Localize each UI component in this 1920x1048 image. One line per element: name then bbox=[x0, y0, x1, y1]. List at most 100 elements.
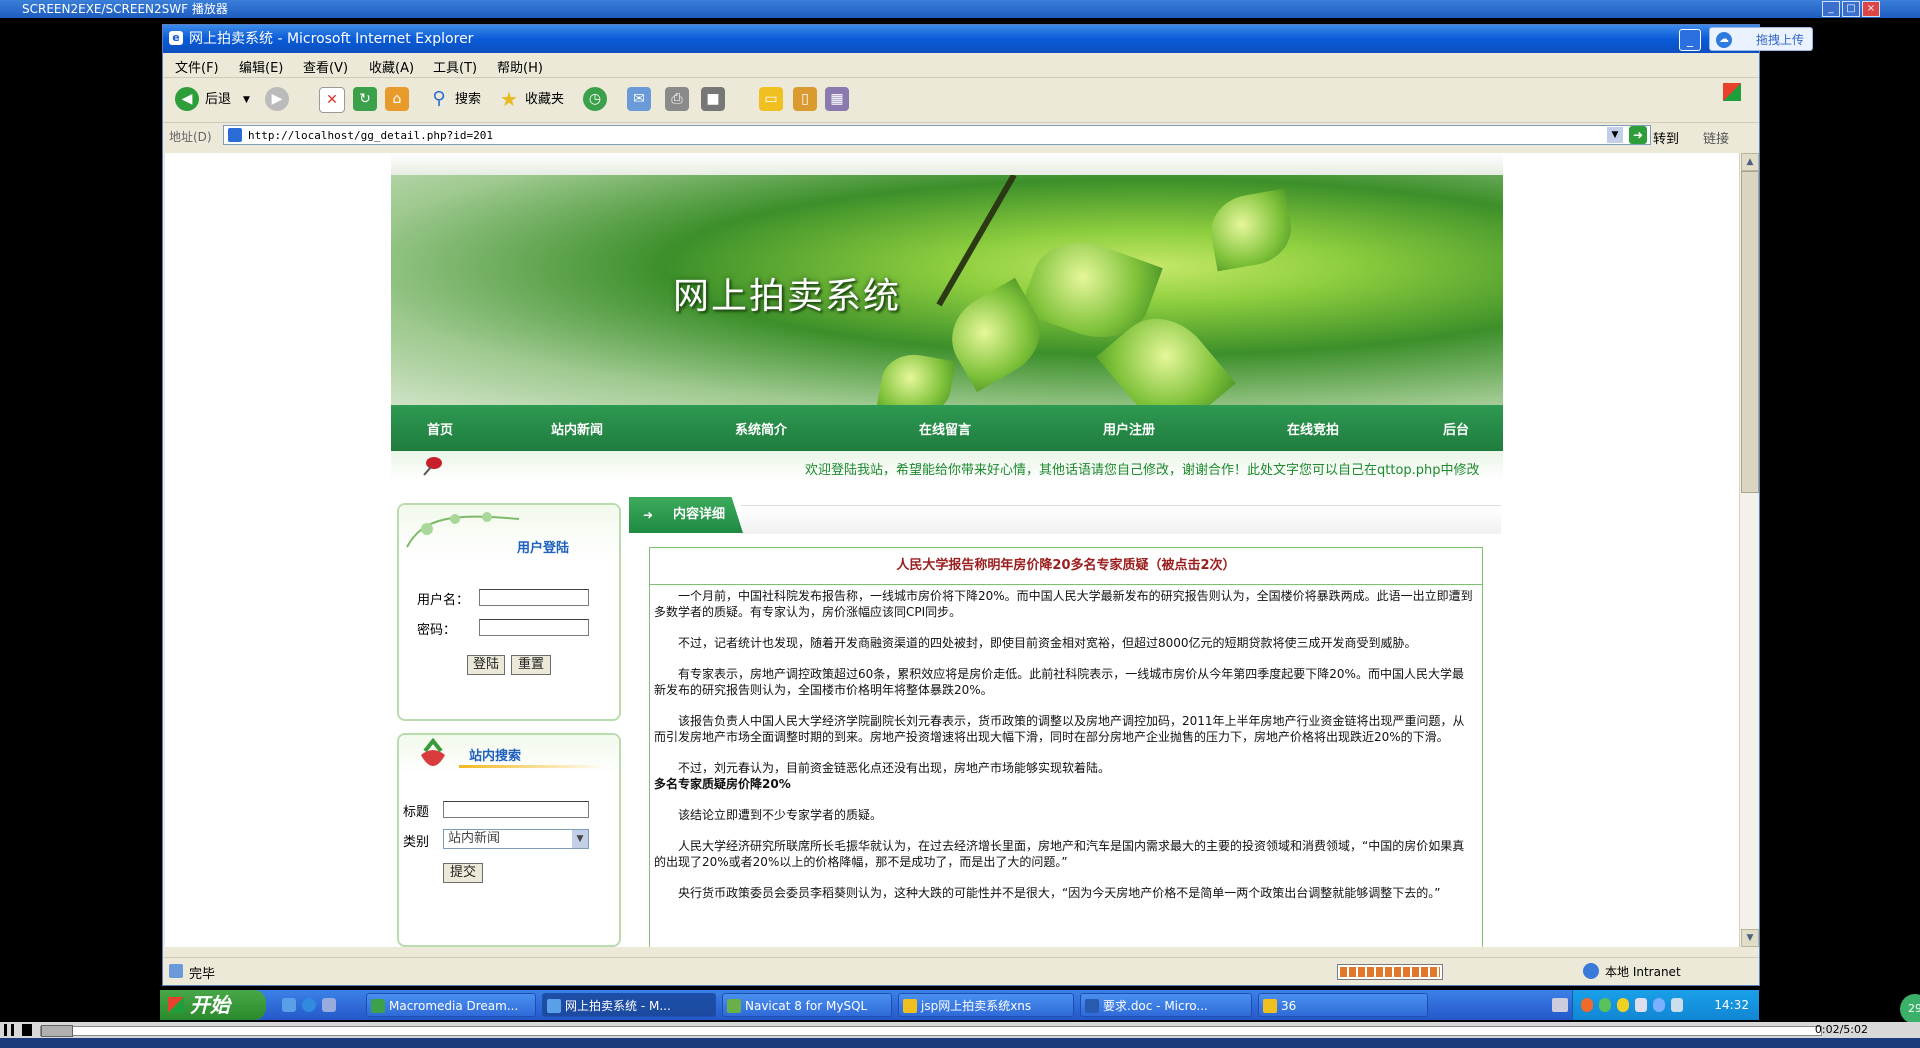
login-box-header: 用户登陆 bbox=[399, 505, 619, 559]
login-button[interactable]: 登陆 bbox=[467, 655, 505, 675]
go-arrow-icon[interactable]: ➜ bbox=[1629, 126, 1647, 144]
nav-intro[interactable]: 系统简介 bbox=[735, 419, 787, 438]
article-title: 人民大学报告称明年房价降20多名专家质疑（被点击2次） bbox=[650, 548, 1482, 585]
tray-icon[interactable] bbox=[1581, 998, 1593, 1012]
folder-icon[interactable]: ▭ bbox=[759, 87, 783, 111]
edit-icon[interactable]: ■ bbox=[701, 87, 725, 111]
ie-window: e 网上拍卖系统 - Microsoft Internet Explorer _… bbox=[162, 24, 1813, 986]
search-button[interactable]: 搜索 bbox=[455, 87, 481, 113]
home-icon[interactable]: ⌂ bbox=[385, 87, 409, 111]
search-icon[interactable]: ⚲ bbox=[427, 87, 451, 111]
minimize-icon[interactable]: _ bbox=[1822, 1, 1840, 17]
go-button[interactable]: 转到 bbox=[1653, 128, 1679, 147]
task-navicat[interactable]: Navicat 8 for MySQL bbox=[722, 993, 892, 1017]
scroll-down-icon[interactable]: ▼ bbox=[1741, 929, 1759, 947]
article-subheading: 多名专家质疑房价降20% bbox=[654, 777, 791, 791]
tray-icon[interactable] bbox=[1635, 998, 1647, 1012]
player-title-bar: SCREEN2EXE/SCREEN2SWF 播放器 _ □ × bbox=[0, 0, 1920, 18]
nav-register[interactable]: 用户注册 bbox=[1103, 419, 1155, 438]
quicklaunch-ie-icon[interactable] bbox=[282, 998, 296, 1012]
category-select[interactable]: 站内新闻 ▼ bbox=[443, 829, 589, 849]
back-arrow-icon[interactable]: ◀ bbox=[175, 87, 199, 111]
player-time: 0:02/5:02 bbox=[1814, 1023, 1868, 1036]
task-label: jsp网上拍卖系统xns bbox=[921, 999, 1032, 1013]
print-icon[interactable]: ⎙ bbox=[665, 87, 689, 111]
reset-button[interactable]: 重置 bbox=[511, 655, 551, 675]
menu-view[interactable]: 查看(V) bbox=[303, 57, 348, 76]
refresh-icon[interactable]: ↻ bbox=[353, 87, 377, 111]
search-title-input[interactable] bbox=[443, 801, 589, 818]
username-input[interactable] bbox=[479, 589, 589, 606]
menu-help[interactable]: 帮助(H) bbox=[497, 57, 543, 76]
task-folder[interactable]: jsp网上拍卖系统xns bbox=[898, 993, 1074, 1017]
submit-button[interactable]: 提交 bbox=[443, 863, 483, 883]
favorites-star-icon[interactable]: ★ bbox=[497, 87, 521, 111]
article-paragraph: 不过，刘元春认为，目前资金链恶化点还没有出现，房地产市场能够实现软着陆。 bbox=[678, 761, 1111, 775]
stop-icon[interactable] bbox=[22, 1024, 32, 1036]
quicklaunch-desktop-icon[interactable] bbox=[322, 998, 336, 1012]
page-icon bbox=[228, 128, 242, 142]
tray-icon[interactable] bbox=[1671, 998, 1683, 1012]
keyboard-icon[interactable] bbox=[1552, 998, 1568, 1012]
vine-decoration-icon bbox=[406, 512, 520, 548]
task-dreamweaver[interactable]: Macromedia Dream... bbox=[366, 993, 536, 1017]
cloud-icon: ☁ bbox=[1716, 32, 1732, 48]
nav-news[interactable]: 站内新闻 bbox=[551, 419, 603, 438]
ie-icon bbox=[547, 999, 561, 1013]
address-input[interactable]: http://localhost/gg_detail.php?id=201 bbox=[223, 125, 1651, 145]
search-title: 站内搜索 bbox=[469, 749, 522, 764]
recorder-icon[interactable]: 29 bbox=[1900, 994, 1920, 1024]
address-dropdown-icon[interactable]: ▼ bbox=[1607, 127, 1623, 143]
close-icon[interactable]: × bbox=[1862, 1, 1880, 17]
back-dropdown-icon[interactable]: ▼ bbox=[243, 87, 250, 113]
taskbar: 开始 Macromedia Dream... 网上拍卖系统 - M... Nav… bbox=[160, 990, 1759, 1020]
maximize-icon[interactable]: □ bbox=[1842, 1, 1860, 17]
nav-home[interactable]: 首页 bbox=[427, 419, 453, 438]
stop-icon[interactable]: ✕ bbox=[319, 87, 345, 113]
task-ie[interactable]: 网上拍卖系统 - M... bbox=[542, 993, 716, 1017]
url-text: http://localhost/gg_detail.php?id=201 bbox=[248, 129, 494, 142]
seek-knob[interactable] bbox=[41, 1025, 73, 1037]
scroll-thumb[interactable] bbox=[1741, 171, 1759, 493]
main-nav: 首页 站内新闻 系统简介 在线留言 用户注册 在线竞拍 后台 bbox=[391, 405, 1503, 451]
back-button[interactable]: 后退 bbox=[205, 87, 231, 113]
upload-button[interactable]: ☁ 拖拽上传 bbox=[1709, 27, 1813, 51]
seek-bar[interactable] bbox=[40, 1025, 1822, 1037]
pause-icon[interactable] bbox=[4, 1024, 14, 1036]
quicklaunch-browser-icon[interactable] bbox=[302, 998, 316, 1012]
task-folder-36[interactable]: 36 bbox=[1258, 993, 1428, 1017]
address-label: 地址(D) bbox=[169, 130, 212, 144]
article: 人民大学报告称明年房价降20多名专家质疑（被点击2次） 一个月前，中国社科院发布… bbox=[649, 547, 1483, 947]
nav-admin[interactable]: 后台 bbox=[1443, 419, 1469, 438]
tray-icon[interactable] bbox=[1653, 998, 1665, 1012]
system-tray: 14:32 bbox=[1572, 990, 1759, 1020]
menu-favorites[interactable]: 收藏(A) bbox=[369, 57, 414, 76]
content-header-bar bbox=[741, 505, 1501, 534]
links-button[interactable]: 链接 bbox=[1703, 128, 1729, 147]
page-top-strip bbox=[391, 153, 1503, 175]
article-paragraph: 央行货币政策委员会委员李稻葵则认为，这种大跌的可能性并不是很大，“因为今天房地产… bbox=[678, 886, 1441, 900]
favorites-button[interactable]: 收藏夹 bbox=[525, 87, 564, 113]
menu-file[interactable]: 文件(F) bbox=[175, 57, 219, 76]
menu-edit[interactable]: 编辑(E) bbox=[239, 57, 283, 76]
ie-minimize-button[interactable]: _ bbox=[1679, 29, 1701, 51]
site-title: 网上拍卖系统 bbox=[673, 276, 902, 317]
tray-icon[interactable] bbox=[1599, 998, 1611, 1012]
ie-logo-icon: e bbox=[169, 31, 183, 45]
start-button[interactable]: 开始 bbox=[160, 990, 266, 1020]
tray-icon[interactable] bbox=[1617, 998, 1629, 1012]
nav-guestbook[interactable]: 在线留言 bbox=[919, 419, 971, 438]
forward-arrow-icon[interactable]: ▶ bbox=[265, 87, 289, 111]
tools-icon[interactable]: ▦ bbox=[825, 87, 849, 111]
scroll-up-icon[interactable]: ▲ bbox=[1741, 153, 1759, 171]
password-input[interactable] bbox=[479, 619, 589, 636]
menu-tools[interactable]: 工具(T) bbox=[433, 57, 477, 76]
task-word[interactable]: 要求.doc - Micro... bbox=[1080, 993, 1252, 1017]
mail-icon[interactable]: ✉ bbox=[627, 87, 651, 111]
history-icon[interactable]: ◷ bbox=[583, 87, 607, 111]
vertical-scrollbar[interactable]: ▲ ▼ bbox=[1739, 153, 1759, 947]
leaf-decoration bbox=[876, 349, 956, 405]
article-paragraph: 该结论立即遭到不少专家学者的质疑。 bbox=[678, 808, 883, 822]
book-icon[interactable]: ▯ bbox=[793, 87, 817, 111]
nav-auction[interactable]: 在线竞拍 bbox=[1287, 419, 1339, 438]
